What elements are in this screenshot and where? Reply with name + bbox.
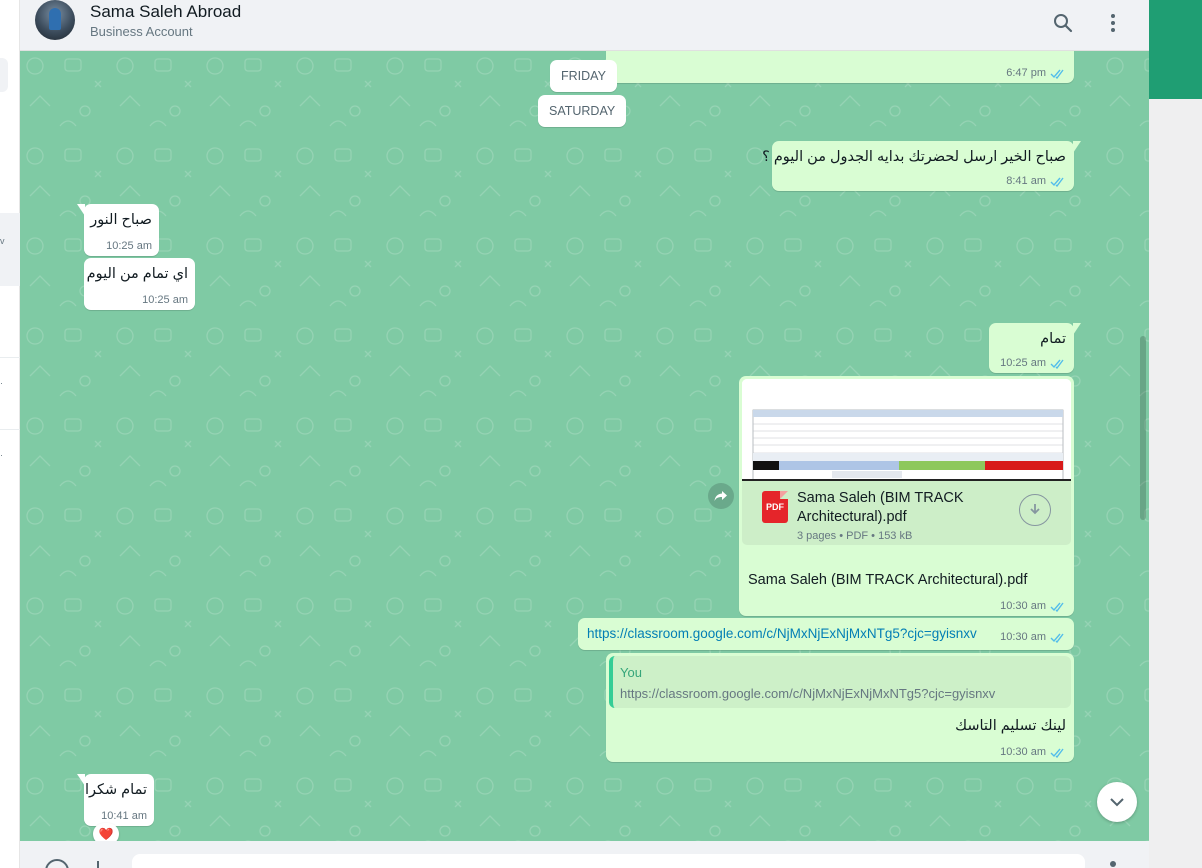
document-thumbnail[interactable] xyxy=(742,379,1071,481)
message-time: 10:25 am xyxy=(106,240,152,252)
contact-subtitle: Business Account xyxy=(90,24,193,39)
message-text: تمام xyxy=(1040,331,1066,347)
mic-icon[interactable] xyxy=(1110,861,1116,867)
document-caption: Sama Saleh (BIM TRACK Architectural).pdf xyxy=(748,572,1028,588)
read-ticks-icon xyxy=(1050,633,1064,643)
message-incoming[interactable]: صباح النور 10:25 am xyxy=(77,204,159,256)
message-meta: 10:25 am xyxy=(142,294,188,306)
pdf-badge-label: PDF xyxy=(766,502,784,512)
sidebar-glyph: · xyxy=(0,378,3,388)
contact-name[interactable]: Sama Saleh Abroad xyxy=(90,2,241,22)
message-time: 10:30 am xyxy=(1000,631,1046,643)
sidebar-glyph: v xyxy=(0,236,5,246)
sidebar-highlight[interactable] xyxy=(0,58,8,92)
chat-area: 6:47 pm FRIDAY SATURDAY صباح الخير ارسل … xyxy=(20,51,1149,841)
divider xyxy=(0,429,20,430)
message-incoming[interactable]: تمام شكرا 10:41 am xyxy=(77,774,154,826)
heart-reaction-icon[interactable]: ❤️ xyxy=(93,823,119,841)
message-time: 10:41 am xyxy=(101,810,147,822)
message-document[interactable]: PDF Sama Saleh (BIM TRACK Architectural)… xyxy=(739,376,1074,616)
scroll-down-button[interactable] xyxy=(1097,782,1137,822)
message-outgoing-partial[interactable]: 6:47 pm xyxy=(606,51,1074,83)
quoted-text: https://classroom.google.com/c/NjMxNjExN… xyxy=(620,686,996,701)
right-pane xyxy=(1149,0,1202,868)
message-time: 6:47 pm xyxy=(1006,67,1046,79)
scrollbar[interactable] xyxy=(1140,336,1146,520)
chat-header: Sama Saleh Abroad Business Account xyxy=(20,0,1149,51)
message-meta: 10:25 am xyxy=(1000,357,1066,369)
read-ticks-icon xyxy=(1050,748,1064,758)
day-separator: SATURDAY xyxy=(538,95,627,127)
message-time: 10:30 am xyxy=(1000,600,1046,612)
emoji-icon[interactable] xyxy=(45,859,69,868)
right-pane-banner xyxy=(1149,0,1202,99)
search-icon[interactable] xyxy=(1049,9,1077,37)
read-ticks-icon xyxy=(1050,602,1064,612)
message-meta: 10:30 am xyxy=(1000,631,1066,643)
message-meta: 6:47 pm xyxy=(1006,67,1066,79)
message-meta: 8:41 am xyxy=(1006,175,1066,187)
message-time: 10:25 am xyxy=(142,294,188,306)
message-text: صباح النور xyxy=(90,212,152,228)
message-input[interactable] xyxy=(132,854,1085,868)
read-ticks-icon xyxy=(1050,177,1064,187)
message-link[interactable]: https://classroom.google.com/c/NjMxNjExN… xyxy=(578,618,1074,650)
forward-icon[interactable] xyxy=(708,483,734,509)
message-meta: 10:30 am xyxy=(1000,746,1066,758)
message-meta: 10:30 am xyxy=(1000,600,1066,612)
message-time: 10:25 am xyxy=(1000,357,1046,369)
message-incoming[interactable]: اي تمام من اليوم 10:25 am xyxy=(84,258,195,310)
read-ticks-icon xyxy=(1050,69,1064,79)
sidebar-glyph: · xyxy=(0,450,3,460)
document-preview-image xyxy=(742,379,1071,481)
sidebar-selected-chat[interactable] xyxy=(0,213,20,286)
quoted-author: You xyxy=(620,665,642,680)
message-link-text[interactable]: https://classroom.google.com/c/NjMxNjExN… xyxy=(587,626,977,641)
message-text: تمام شكرا xyxy=(84,782,147,798)
message-outgoing[interactable]: صباح الخير ارسل لحضرتك بدايه الجدول من ا… xyxy=(762,141,1081,191)
message-text: صباح الخير ارسل لحضرتك بدايه الجدول من ا… xyxy=(762,149,1066,165)
document-info: 3 pages • PDF • 153 kB xyxy=(797,530,913,542)
message-reply[interactable]: You https://classroom.google.com/c/NjMxN… xyxy=(606,653,1074,762)
pdf-icon: PDF xyxy=(762,491,788,523)
composer-bar xyxy=(20,841,1149,868)
quoted-message[interactable]: You https://classroom.google.com/c/NjMxN… xyxy=(609,656,1071,708)
read-ticks-icon xyxy=(1050,359,1064,369)
day-separator: FRIDAY xyxy=(550,60,617,92)
message-text: لينك تسليم التاسك xyxy=(955,718,1066,734)
divider xyxy=(0,357,20,358)
message-text: اي تمام من اليوم xyxy=(86,266,188,282)
download-icon[interactable] xyxy=(1019,494,1051,526)
attach-icon[interactable] xyxy=(97,861,99,868)
message-outgoing[interactable]: تمام 10:25 am xyxy=(989,323,1081,373)
message-time: 10:30 am xyxy=(1000,746,1046,758)
message-time: 8:41 am xyxy=(1006,175,1046,187)
avatar[interactable] xyxy=(35,0,75,40)
document-card[interactable]: PDF Sama Saleh (BIM TRACK Architectural)… xyxy=(742,481,1071,545)
document-name: Sama Saleh (BIM TRACK Architectural).pdf xyxy=(797,490,964,525)
chat-list-sidebar-edge: v · · xyxy=(0,0,20,868)
menu-icon[interactable] xyxy=(1099,9,1127,37)
message-meta: 10:41 am xyxy=(101,810,147,822)
chevron-down-icon xyxy=(1110,798,1124,807)
message-meta: 10:25 am xyxy=(106,240,152,252)
